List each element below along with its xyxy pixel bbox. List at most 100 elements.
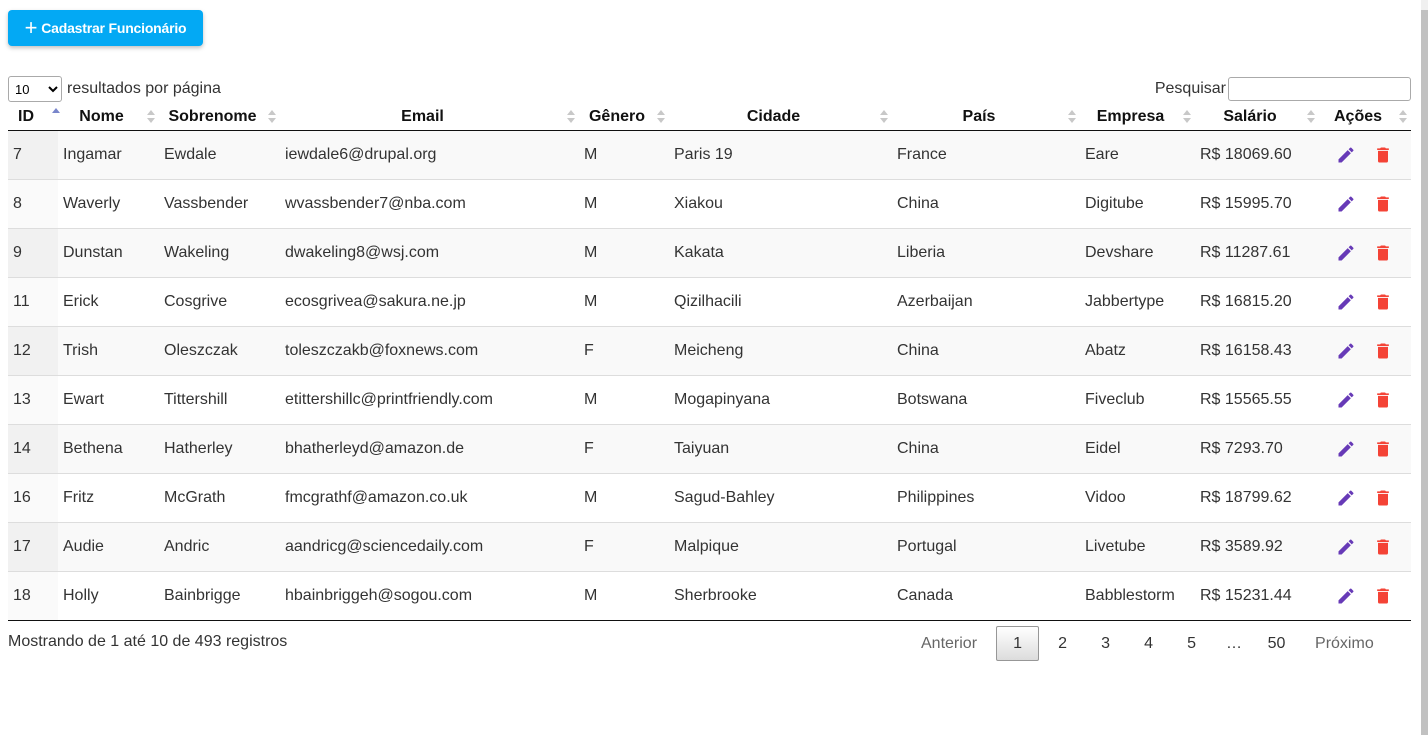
cell-cidade: Malpique — [669, 522, 892, 572]
pagination-page[interactable]: 5 — [1170, 626, 1213, 661]
cell-pais: Portugal — [892, 522, 1080, 572]
trash-icon[interactable] — [1373, 340, 1393, 362]
page-scrollbar[interactable] — [1421, 0, 1428, 735]
cell-email: fmcgrathf@amazon.co.uk — [280, 473, 579, 523]
cell-genero: F — [579, 522, 669, 572]
pagination-page[interactable]: 3 — [1084, 626, 1127, 661]
cell-email: iewdale6@drupal.org — [280, 130, 579, 180]
sort-icon — [1183, 110, 1191, 124]
cell-genero: M — [579, 179, 669, 229]
cell-sobrenome: Ewdale — [159, 130, 280, 180]
trash-icon[interactable] — [1373, 193, 1393, 215]
page-length-label: resultados por página — [67, 80, 221, 97]
cell-acoes — [1319, 179, 1411, 229]
cell-nome: Waverly — [58, 179, 159, 229]
cell-pais: China — [892, 424, 1080, 474]
cell-pais: Azerbaijan — [892, 277, 1080, 327]
pencil-icon[interactable] — [1336, 537, 1356, 557]
trash-icon[interactable] — [1373, 291, 1393, 313]
column-header-nome[interactable]: Nome — [58, 103, 159, 131]
table-row: 12 Trish Oleszczak toleszczakb@foxnews.com F… — [8, 326, 1411, 376]
pencil-icon[interactable] — [1336, 341, 1356, 361]
cell-cidade: Mogapinyana — [669, 375, 892, 425]
column-header-id[interactable]: ID — [8, 103, 60, 131]
page-length-select[interactable]: 10 — [8, 76, 62, 102]
cell-id: 8 — [8, 179, 58, 229]
cell-email: bhatherleyd@amazon.de — [280, 424, 579, 474]
cell-nome: Ewart — [58, 375, 159, 425]
table-row: 7 Ingamar Ewdale iewdale6@drupal.org M Paris … — [8, 130, 1411, 180]
table-row: 11 Erick Cosgrive ecosgrivea@sakura.ne.jp M Q… — [8, 277, 1411, 327]
cell-pais: China — [892, 179, 1080, 229]
pencil-icon[interactable] — [1336, 194, 1356, 214]
pencil-icon[interactable] — [1336, 145, 1356, 165]
column-header-label: Gênero — [588, 107, 645, 125]
page-length-control: 10 resultados por página — [8, 76, 221, 102]
search-input[interactable] — [1228, 77, 1411, 101]
trash-icon[interactable] — [1373, 585, 1393, 607]
trash-icon[interactable] — [1373, 389, 1393, 411]
cell-sobrenome: Vassbender — [159, 179, 280, 229]
cell-pais: Philippines — [892, 473, 1080, 523]
cell-pais: Botswana — [892, 375, 1080, 425]
cell-genero: M — [579, 375, 669, 425]
trash-icon[interactable] — [1373, 487, 1393, 509]
table-header-row: ID Nome Sobrenome Email Gênero Cidade País Empr… — [8, 103, 1411, 131]
pagination-next[interactable]: Próximo — [1298, 626, 1391, 661]
pagination-page-last[interactable]: 50 — [1255, 626, 1298, 661]
pencil-icon[interactable] — [1336, 390, 1356, 410]
column-header-salario[interactable]: Salário — [1195, 103, 1319, 131]
column-header-sobrenome[interactable]: Sobrenome — [159, 103, 280, 131]
trash-icon[interactable] — [1373, 242, 1393, 264]
trash-icon[interactable] — [1373, 438, 1393, 460]
table-row: 8 Waverly Vassbender wvassbender7@nba.com M X… — [8, 179, 1411, 229]
cell-sobrenome: Hatherley — [159, 424, 280, 474]
add-employee-button[interactable]: + Cadastrar Funcionário — [8, 10, 203, 46]
cell-pais: France — [892, 130, 1080, 180]
column-header-label: Salário — [1223, 107, 1277, 125]
cell-acoes — [1319, 130, 1411, 180]
table-body: 7 Ingamar Ewdale iewdale6@drupal.org M Paris … — [8, 130, 1411, 621]
column-header-cidade[interactable]: Cidade — [669, 103, 892, 131]
cell-email: ecosgrivea@sakura.ne.jp — [280, 277, 579, 327]
cell-sobrenome: Oleszczak — [159, 326, 280, 376]
scrollbar-thumb[interactable] — [1421, 10, 1428, 735]
cell-salario: R$ 15995.70 — [1195, 179, 1319, 229]
cell-acoes — [1319, 228, 1411, 278]
pencil-icon[interactable] — [1336, 488, 1356, 508]
pagination-page[interactable]: 4 — [1127, 626, 1170, 661]
cell-salario: R$ 16158.43 — [1195, 326, 1319, 376]
pagination-page[interactable]: 1 — [996, 626, 1040, 661]
pencil-icon[interactable] — [1336, 292, 1356, 312]
cell-acoes — [1319, 424, 1411, 474]
trash-icon[interactable] — [1373, 536, 1393, 558]
cell-nome: Holly — [58, 571, 159, 621]
cell-empresa: Jabbertype — [1080, 277, 1195, 327]
cell-email: wvassbender7@nba.com — [280, 179, 579, 229]
pencil-icon[interactable] — [1336, 243, 1356, 263]
cell-sobrenome: Andric — [159, 522, 280, 572]
cell-sobrenome: Tittershill — [159, 375, 280, 425]
trash-icon[interactable] — [1373, 144, 1393, 166]
cell-nome: Ingamar — [58, 130, 159, 180]
column-header-label: País — [962, 107, 996, 125]
cell-acoes — [1319, 473, 1411, 523]
pencil-icon[interactable] — [1336, 439, 1356, 459]
cell-genero: M — [579, 473, 669, 523]
column-header-genero[interactable]: Gênero — [579, 103, 669, 131]
plus-icon: + — [24, 15, 38, 40]
pagination-page[interactable]: 2 — [1041, 626, 1084, 661]
column-header-label: Nome — [79, 107, 124, 125]
cell-genero: F — [579, 424, 669, 474]
cell-salario: R$ 16815.20 — [1195, 277, 1319, 327]
cell-empresa: Eidel — [1080, 424, 1195, 474]
column-header-empresa[interactable]: Empresa — [1080, 103, 1195, 131]
cell-nome: Erick — [58, 277, 159, 327]
column-header-acoes[interactable]: Ações — [1319, 103, 1411, 131]
column-header-pais[interactable]: País — [892, 103, 1080, 131]
column-header-email[interactable]: Email — [280, 103, 579, 131]
pagination-previous[interactable]: Anterior — [904, 626, 994, 661]
sort-icon — [147, 110, 155, 124]
pencil-icon[interactable] — [1336, 586, 1356, 606]
cell-sobrenome: Wakeling — [159, 228, 280, 278]
